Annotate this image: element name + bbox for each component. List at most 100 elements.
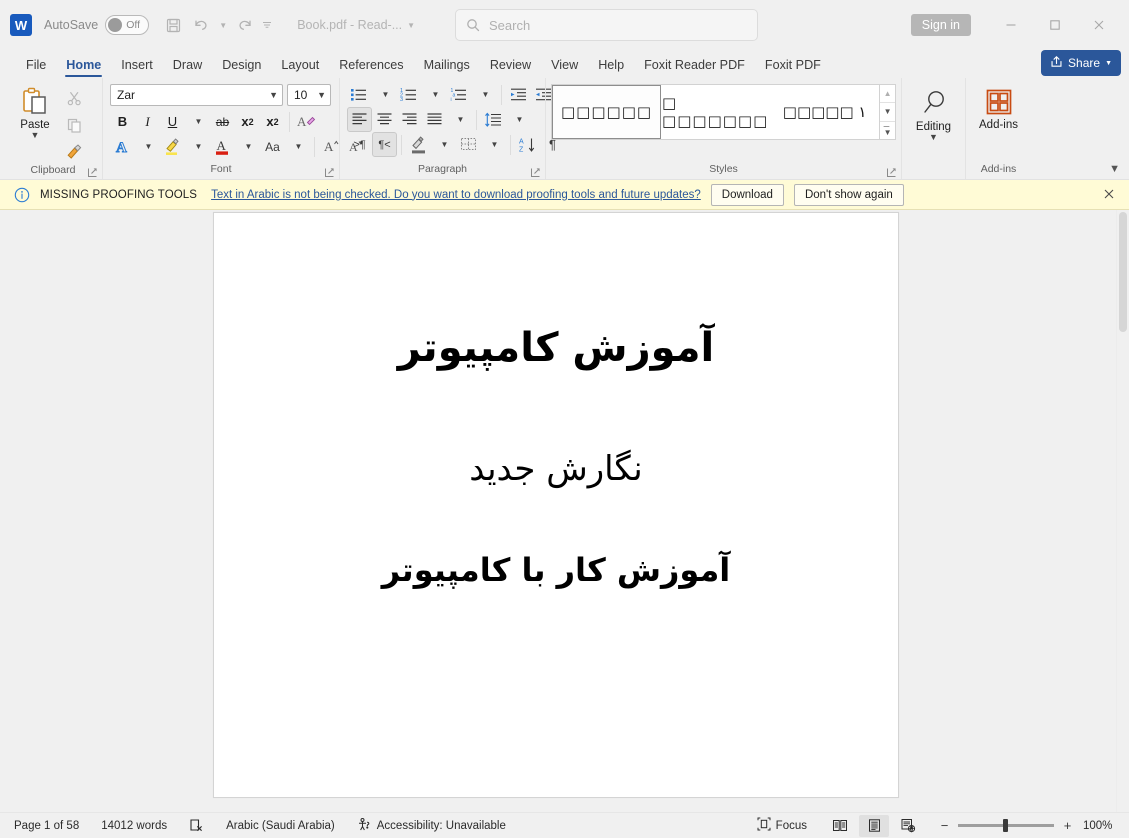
multilevel-list-icon[interactable]: 1 a i — [447, 82, 472, 107]
tab-foxit-reader-pdf[interactable]: Foxit Reader PDF — [634, 56, 755, 78]
justify-icon[interactable] — [422, 107, 447, 132]
font-size-chevron-icon[interactable]: ▼ — [317, 90, 326, 100]
infobar-message-link[interactable]: Text in Arabic is not being checked. Do … — [211, 189, 701, 201]
document-page[interactable]: آموزش کامپیوتر نگارش جدید آموزش کار با ک… — [213, 212, 899, 798]
tab-layout[interactable]: Layout — [271, 56, 329, 78]
ltr-text-direction-button[interactable]: >¶ — [347, 132, 372, 157]
zoom-level[interactable]: 100% — [1083, 820, 1119, 832]
clipboard-dialog-launcher[interactable] — [87, 167, 98, 178]
tab-insert[interactable]: Insert — [111, 56, 163, 78]
justify-chevron-icon[interactable]: ▼ — [447, 107, 472, 132]
font-name-input[interactable]: Zar ▼ — [110, 84, 283, 106]
style-item-3[interactable]: □□□□□ ١ — [770, 85, 880, 139]
underline-chevron-icon[interactable]: ▼ — [185, 109, 210, 134]
zoom-in-button[interactable]: + — [1062, 818, 1073, 833]
highlight-color-button[interactable] — [160, 134, 185, 159]
redo-icon[interactable] — [231, 12, 259, 38]
multilevel-chevron-icon[interactable]: ▼ — [472, 82, 497, 107]
zoom-out-button[interactable]: − — [939, 818, 950, 833]
scrollbar-thumb[interactable] — [1119, 212, 1127, 332]
borders-icon[interactable] — [456, 132, 481, 157]
tab-design[interactable]: Design — [212, 56, 271, 78]
undo-dropdown-chevron-icon[interactable]: ▼ — [215, 12, 231, 38]
copy-button[interactable] — [61, 113, 87, 137]
italic-button[interactable]: I — [135, 109, 160, 134]
font-size-input[interactable]: 10 ▼ — [287, 84, 331, 106]
shading-chevron-icon[interactable]: ▼ — [431, 132, 456, 157]
dont-show-again-button[interactable]: Don't show again — [793, 183, 904, 206]
font-dialog-launcher[interactable] — [324, 167, 335, 178]
text-effects-chevron-icon[interactable]: ▼ — [135, 134, 160, 159]
search-input[interactable]: Search — [455, 9, 758, 41]
highlight-chevron-icon[interactable]: ▼ — [185, 134, 210, 159]
styles-scroll-up-icon[interactable]: ▲ — [880, 85, 896, 104]
tab-references[interactable]: References — [329, 56, 413, 78]
align-center-icon[interactable] — [372, 107, 397, 132]
read-mode-icon[interactable] — [825, 815, 855, 837]
style-item-1[interactable]: □□□□□□ — [552, 85, 662, 139]
tab-mailings[interactable]: Mailings — [414, 56, 480, 78]
font-color-chevron-icon[interactable]: ▼ — [235, 134, 260, 159]
web-layout-icon[interactable] — [893, 815, 923, 837]
document-title-chevron-icon[interactable]: ▼ — [407, 21, 415, 30]
editing-button[interactable]: Editing ▼ — [907, 82, 960, 142]
format-painter-button[interactable] — [61, 140, 87, 164]
focus-button[interactable]: Focus — [757, 817, 807, 834]
download-button[interactable]: Download — [710, 183, 784, 206]
numbering-chevron-icon[interactable]: ▼ — [422, 82, 447, 107]
zoom-slider[interactable] — [958, 819, 1054, 832]
tab-help[interactable]: Help — [588, 56, 634, 78]
tab-draw[interactable]: Draw — [163, 56, 212, 78]
document-title[interactable]: Book.pdf - Read-... ▼ — [297, 18, 415, 32]
language-indicator[interactable]: Arabic (Saudi Arabia) — [226, 820, 335, 832]
proofing-errors-icon[interactable] — [189, 818, 204, 833]
change-case-button[interactable]: Aa — [260, 134, 285, 159]
share-chevron-icon[interactable]: ▼ — [1105, 60, 1112, 67]
styles-dialog-launcher[interactable] — [886, 167, 897, 178]
tab-home[interactable]: Home — [56, 56, 111, 78]
sign-in-button[interactable]: Sign in — [910, 14, 971, 36]
tab-foxit-pdf[interactable]: Foxit PDF — [755, 56, 831, 78]
accessibility-status[interactable]: Accessibility: Unavailable — [357, 817, 506, 835]
style-item-2[interactable]: □ □□□□□□□ — [661, 85, 771, 139]
align-right-icon[interactable] — [397, 107, 422, 132]
decrease-indent-icon[interactable] — [506, 82, 531, 107]
align-left-icon[interactable] — [347, 107, 372, 132]
vertical-scrollbar[interactable] — [1116, 210, 1129, 812]
customize-quick-access-icon[interactable] — [259, 12, 275, 38]
tab-file[interactable]: File — [16, 56, 56, 78]
maximize-icon[interactable] — [1033, 8, 1077, 42]
minimize-icon[interactable] — [989, 8, 1033, 42]
tab-view[interactable]: View — [541, 56, 588, 78]
paste-chevron-icon[interactable]: ▼ — [31, 131, 40, 140]
document-canvas[interactable]: آموزش کامپیوتر نگارش جدید آموزش کار با ک… — [0, 210, 1129, 812]
shading-icon[interactable] — [406, 132, 431, 157]
cut-button[interactable] — [61, 86, 87, 110]
styles-scroll-down-icon[interactable]: ▼ — [880, 103, 896, 122]
print-layout-icon[interactable] — [859, 814, 889, 837]
paragraph-dialog-launcher[interactable] — [530, 167, 541, 178]
rtl-text-direction-button[interactable]: ¶< — [372, 132, 397, 157]
font-name-chevron-icon[interactable]: ▼ — [269, 90, 278, 100]
zoom-slider-thumb[interactable] — [1003, 819, 1008, 832]
addins-button[interactable]: Add-ins — [971, 82, 1026, 131]
subscript-button[interactable]: x2 — [235, 109, 260, 134]
autosave-toggle[interactable]: Off — [105, 15, 150, 35]
paste-button[interactable]: Paste ▼ — [9, 82, 61, 140]
editing-chevron-icon[interactable]: ▼ — [929, 133, 938, 142]
strikethrough-button[interactable]: ab — [210, 109, 235, 134]
bullets-icon[interactable] — [347, 82, 372, 107]
share-button[interactable]: Share ▼ — [1041, 50, 1121, 76]
styles-more-icon[interactable]: ─ ▼ — [880, 121, 896, 139]
change-case-chevron-icon[interactable]: ▼ — [285, 134, 310, 159]
underline-button[interactable]: U — [160, 109, 185, 134]
line-spacing-chevron-icon[interactable]: ▼ — [506, 107, 531, 132]
tab-review[interactable]: Review — [480, 56, 541, 78]
page-indicator[interactable]: Page 1 of 58 — [14, 820, 79, 832]
close-icon[interactable] — [1101, 187, 1117, 203]
undo-icon[interactable] — [187, 12, 215, 38]
bold-button[interactable]: B — [110, 109, 135, 134]
text-effects-button[interactable]: A — [110, 134, 135, 159]
bullets-chevron-icon[interactable]: ▼ — [372, 82, 397, 107]
sort-icon[interactable]: A Z — [515, 132, 540, 157]
